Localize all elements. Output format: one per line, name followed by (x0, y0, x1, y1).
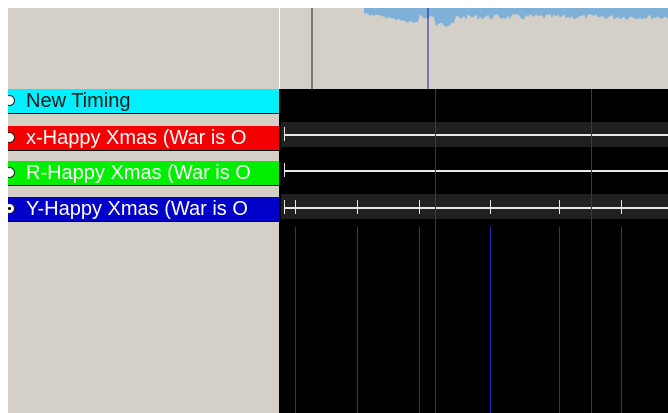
row-label-x-track[interactable]: x-Happy Xmas (War is O (8, 126, 279, 151)
timing-track-line (284, 170, 668, 172)
grid-row-new-timing[interactable] (280, 89, 668, 114)
row-toggle-icon[interactable] (8, 132, 15, 143)
row-toggle-icon[interactable] (8, 95, 15, 106)
beat-line (419, 227, 420, 413)
row-label-new-timing[interactable]: New Timing (8, 89, 279, 114)
pane-divider[interactable] (279, 89, 281, 413)
timing-mark[interactable] (357, 200, 358, 214)
timing-mark[interactable] (559, 200, 560, 214)
row-label-r-track[interactable]: R-Happy Xmas (War is O (8, 161, 279, 186)
timing-mark[interactable] (284, 127, 285, 141)
waveform-shape (364, 8, 668, 27)
waveform-graphic (311, 8, 668, 89)
timing-track-line (284, 207, 668, 209)
beat-line (295, 227, 296, 413)
timing-track-line (284, 134, 668, 136)
row-toggle-icon[interactable] (8, 167, 15, 178)
beat-line (490, 227, 491, 413)
timeline-editor: New Timing x-Happy Xmas (War is O R-Happ… (0, 0, 668, 413)
row-label-text: New Timing (26, 90, 131, 112)
grid-row-x-track[interactable] (280, 122, 668, 147)
row-toggle-icon[interactable] (8, 203, 15, 214)
timing-mark[interactable] (295, 200, 296, 214)
grid-row-r-track[interactable] (280, 158, 668, 183)
beat-line (621, 227, 622, 413)
grid-row-y-track[interactable] (280, 194, 668, 219)
timing-mark[interactable] (284, 163, 285, 177)
grid-divider-line (435, 89, 436, 413)
timing-mark[interactable] (284, 200, 285, 214)
timing-mark[interactable] (621, 200, 622, 214)
row-label-text: Y-Happy Xmas (War is O (26, 198, 248, 220)
row-label-text: R-Happy Xmas (War is O (26, 162, 251, 184)
timing-mark[interactable] (419, 200, 420, 214)
beat-line (357, 227, 358, 413)
grid-divider-line (591, 89, 592, 413)
beat-line (559, 227, 560, 413)
timing-mark[interactable] (490, 200, 491, 214)
waveform-view[interactable] (280, 8, 668, 89)
row-label-text: x-Happy Xmas (War is O (26, 127, 247, 149)
timing-grid[interactable] (280, 89, 668, 413)
row-label-y-track[interactable]: Y-Happy Xmas (War is O (8, 197, 279, 222)
